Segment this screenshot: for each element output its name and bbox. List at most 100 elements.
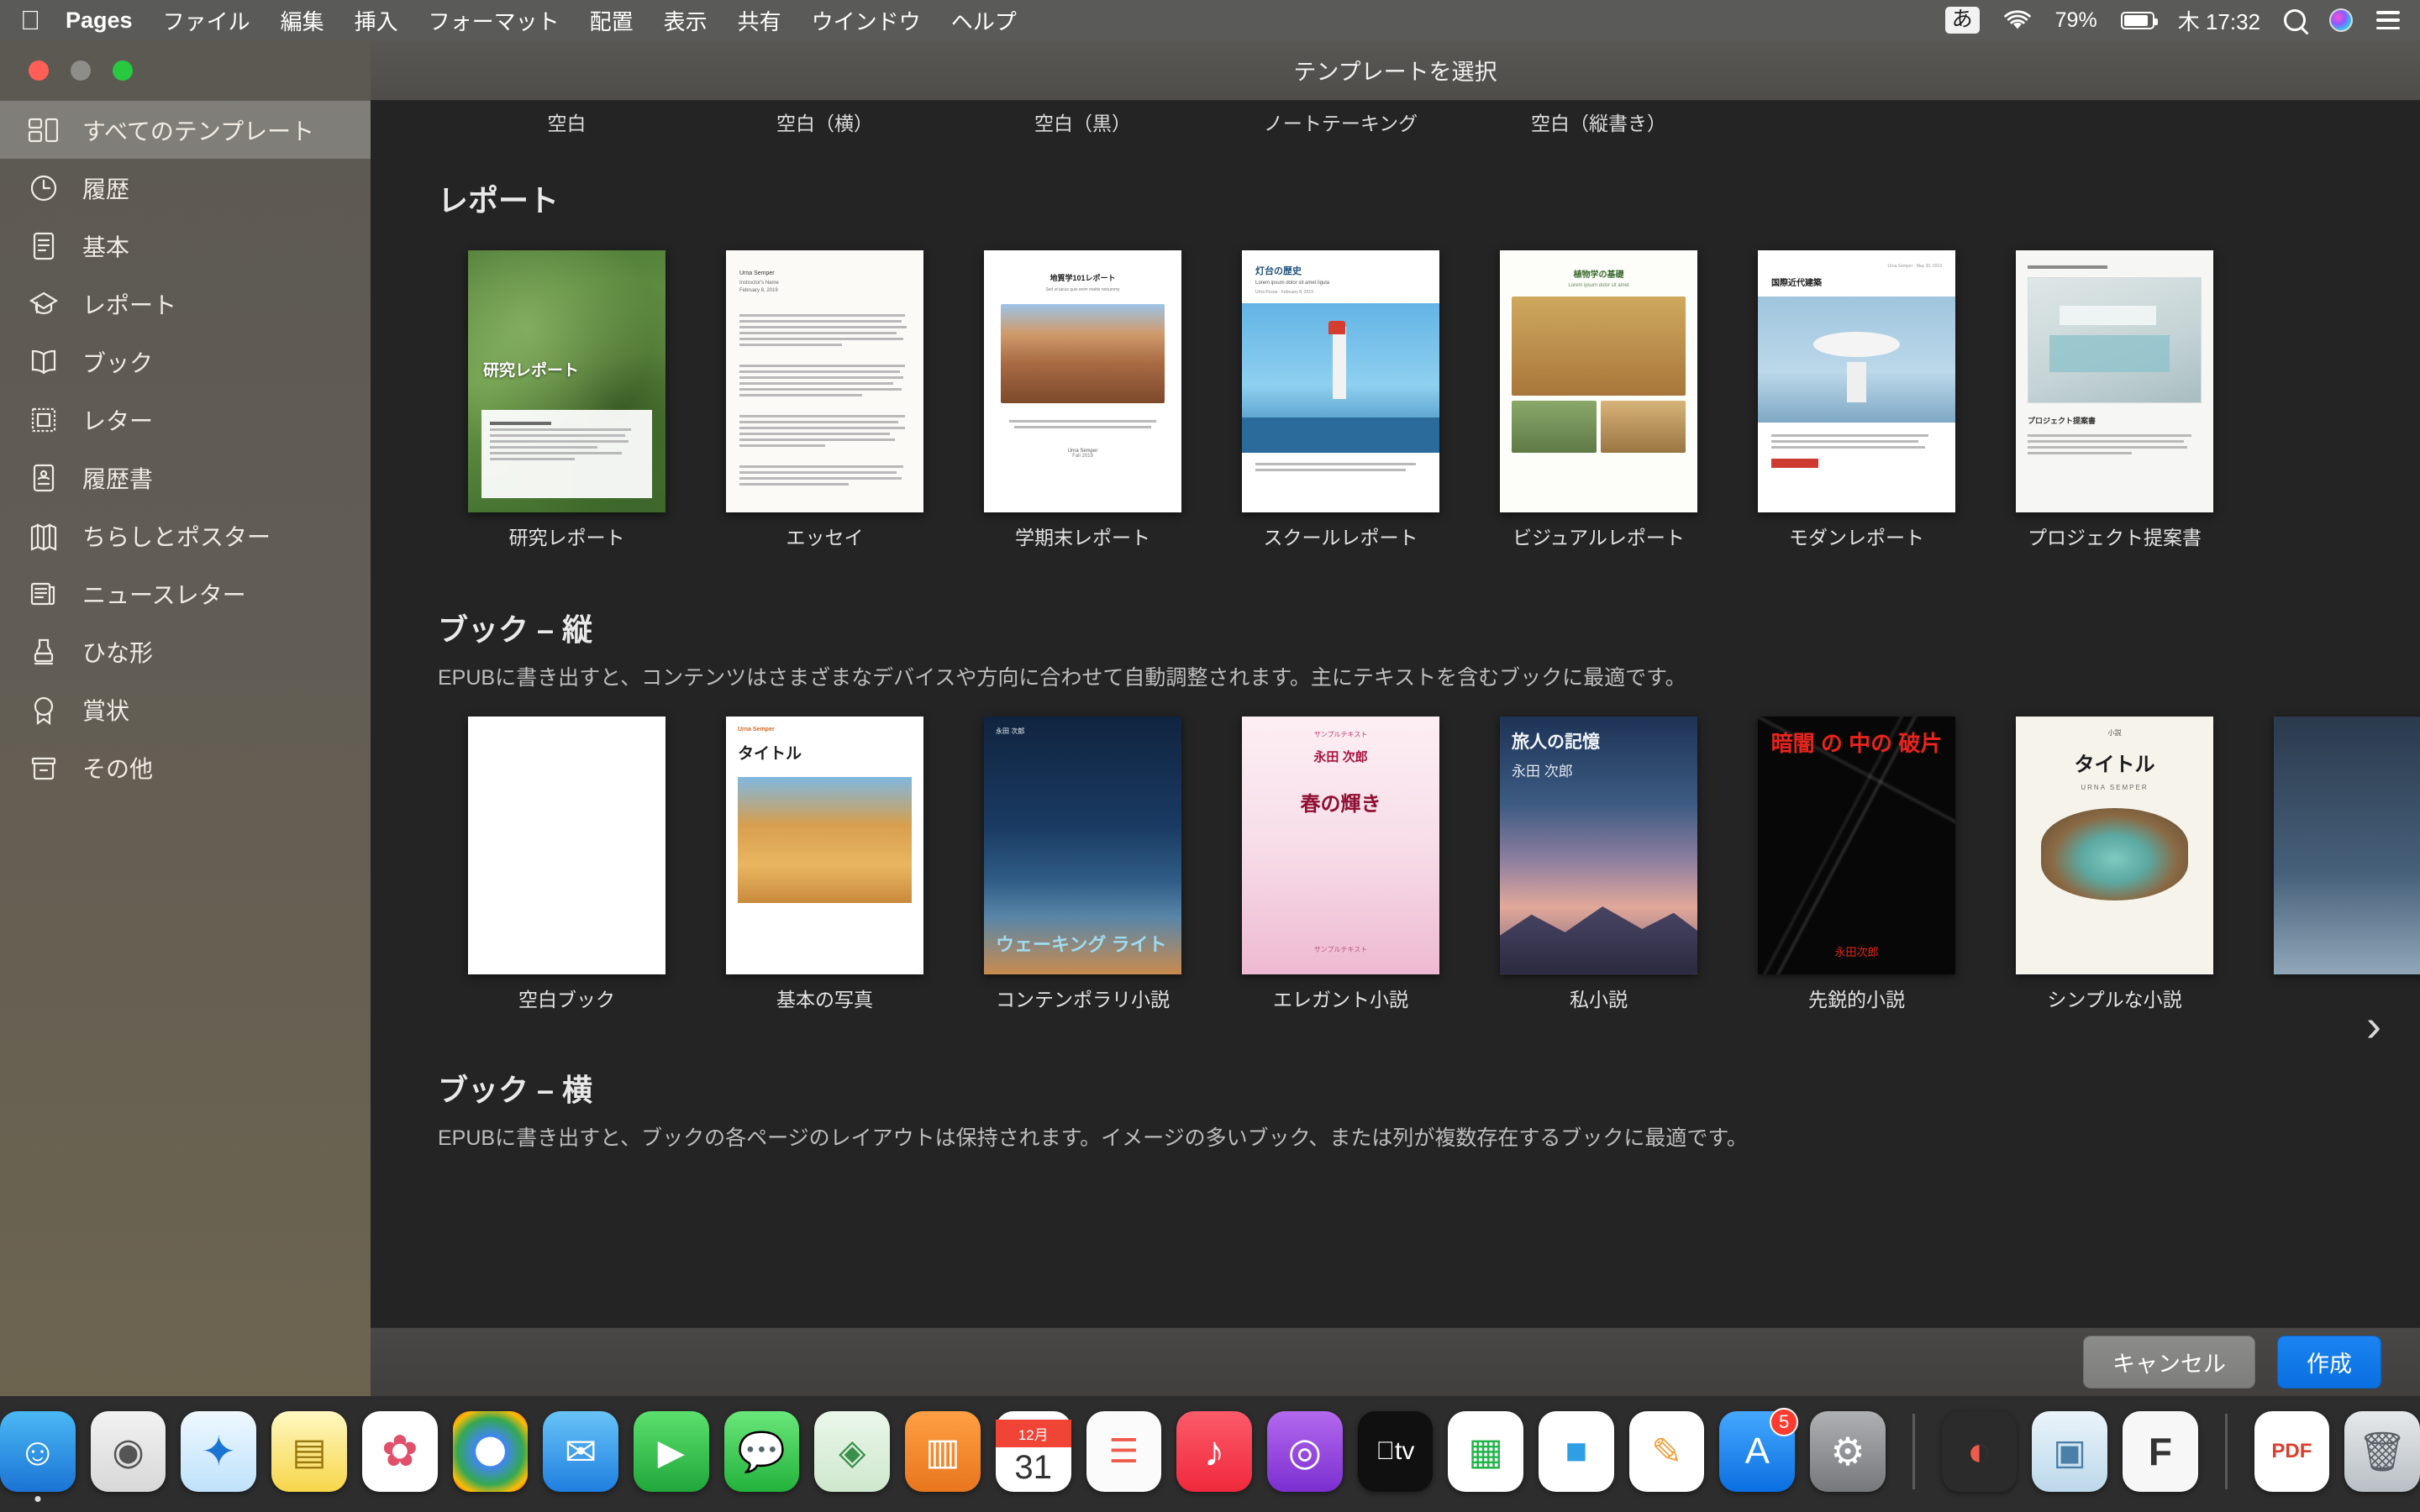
template-card-elegant-novel[interactable]: サンプルテキスト 永田 次郎 春の輝き サンプルテキスト エレガント小説	[1212, 716, 1470, 1012]
dock-item-numbers[interactable]: ▦	[1448, 1411, 1524, 1492]
menu-item-help[interactable]: ヘルプ	[951, 5, 1017, 36]
minimize-window-button[interactable]	[71, 60, 91, 81]
template-label-blank-landscape[interactable]: 空白（横）	[696, 108, 954, 136]
dock-item-messages[interactable]: 💬	[723, 1411, 800, 1492]
menu-item-insert[interactable]: 挿入	[355, 5, 398, 36]
menu-item-window[interactable]: ウインドウ	[812, 5, 921, 36]
sidebar-item-certificates[interactable]: 賞状	[0, 680, 371, 738]
sidebar-item-books[interactable]: ブック	[0, 333, 371, 391]
cancel-button[interactable]: キャンセル	[2083, 1336, 2255, 1389]
menu-item-share[interactable]: 共有	[738, 5, 781, 36]
dock-item-music[interactable]: ♪	[1176, 1411, 1252, 1492]
dock-item-launchpad[interactable]: ◉	[90, 1411, 166, 1492]
template-thumbnail[interactable]: 研究レポート	[468, 250, 666, 512]
dock-item-notes[interactable]: ▤	[271, 1411, 347, 1492]
template-thumbnail[interactable]	[2274, 716, 2420, 974]
template-thumbnail[interactable]: Urna Semper タイトル	[726, 716, 923, 974]
sidebar-item-flyers-posters[interactable]: ちらしとポスター	[0, 507, 371, 564]
template-card-simple-novel[interactable]: 小説 タイトル URNA SEMPER シンプルな小説	[1986, 716, 2244, 1012]
dock-item-app-store[interactable]: A5	[1719, 1408, 1799, 1492]
template-card-blank-book[interactable]: 空白ブック	[438, 716, 696, 1012]
menu-item-file[interactable]: ファイル	[163, 5, 250, 36]
template-label-blank[interactable]: 空白	[438, 108, 696, 136]
menu-item-view[interactable]: 表示	[664, 5, 708, 36]
template-thumbnail[interactable]: 小説 タイトル URNA SEMPER	[2016, 716, 2213, 974]
dock-item-font-book[interactable]: F	[2123, 1411, 2198, 1492]
dock-item-keynote[interactable]: ■	[1539, 1411, 1614, 1492]
create-button[interactable]: 作成	[2277, 1336, 2381, 1389]
template-thumbnail[interactable]: Urna Semper Instructor's Name February 8…	[726, 250, 923, 512]
dock-item-calendar[interactable]: 12月 31	[995, 1411, 1071, 1492]
template-thumbnail[interactable]: Urna Semper · May 30, 2019 国際近代建築	[1758, 250, 1955, 512]
template-label-blank-vertical[interactable]: 空白（縦書き）	[1470, 108, 1728, 136]
dock-item-reminders[interactable]: ☰	[1086, 1411, 1162, 1492]
template-label-note-taking[interactable]: ノートテーキング	[1212, 108, 1470, 136]
dock-item-system-preferences[interactable]: ⚙	[1810, 1411, 1886, 1492]
template-thumbnail[interactable]: 暗闇 の 中の 破片 永田次郎	[1758, 716, 1955, 974]
sidebar-item-all-templates[interactable]: すべてのテンプレート	[0, 101, 371, 159]
template-thumbnail[interactable]: 植物学の基礎 Lorem ipsum dolor sit amet	[1500, 250, 1697, 512]
template-thumbnail[interactable]: 永田 次郎 ウェーキング ライト	[984, 716, 1181, 974]
dock-item-pages[interactable]: ✎	[1628, 1411, 1705, 1492]
sidebar-item-letters[interactable]: レター	[0, 391, 371, 449]
dock-item-safari[interactable]: ✦	[181, 1411, 257, 1492]
template-thumbnail[interactable]: 旅人の記憶 永田 次郎	[1500, 716, 1697, 974]
template-card-term-report[interactable]: 地質学101レポート Sed ut lacus quis enim mattis…	[954, 250, 1212, 550]
sidebar-item-recents[interactable]: 履歴	[0, 159, 371, 217]
template-thumbnail[interactable]: 地質学101レポート Sed ut lacus quis enim mattis…	[984, 250, 1181, 512]
template-card-essay[interactable]: Urna Semper Instructor's Name February 8…	[696, 250, 954, 550]
zoom-window-button[interactable]	[113, 60, 133, 81]
dock-item-pdf-document[interactable]: PDF	[2254, 1411, 2330, 1492]
menu-bar-clock[interactable]: 木 17:32	[2178, 5, 2260, 36]
sidebar-item-reports[interactable]: レポート	[0, 275, 371, 333]
stamp-letter-icon	[25, 402, 62, 438]
template-card-edgy-novel[interactable]: 暗闇 の 中の 破片 永田次郎 先鋭的小説	[1728, 716, 1986, 1012]
grid-icon	[25, 112, 62, 149]
template-card-modern-report[interactable]: Urna Semper · May 30, 2019 国際近代建築 モダンレポー…	[1728, 250, 1986, 550]
sidebar-item-resumes[interactable]: 履歴書	[0, 449, 371, 507]
close-window-button[interactable]	[29, 60, 49, 81]
template-card-research-report[interactable]: 研究レポート 研究レポート	[438, 250, 696, 550]
battery-icon[interactable]	[2120, 11, 2158, 29]
menu-item-arrange[interactable]: 配置	[590, 5, 634, 36]
sidebar-item-newsletters[interactable]: ニュースレター	[0, 564, 371, 622]
dock-item-chrome[interactable]	[452, 1411, 529, 1492]
dock-item-books[interactable]: ▥	[905, 1411, 981, 1492]
dock-item-photos[interactable]: ✿	[361, 1411, 438, 1492]
control-center-icon[interactable]	[2376, 11, 2400, 29]
dock-item-preview[interactable]: ▣	[2032, 1411, 2108, 1492]
sidebar-item-forms[interactable]: ひな形	[0, 622, 371, 680]
sidebar-item-other[interactable]: その他	[0, 738, 371, 796]
template-thumbnail[interactable]: プロジェクト提案書	[2016, 250, 2213, 512]
dock-item-activity-monitor[interactable]: ◐	[1941, 1411, 2018, 1492]
dock-item-apple-tv[interactable]: tv	[1357, 1411, 1434, 1492]
dock-item-trash[interactable]: 🗑	[2344, 1411, 2420, 1492]
menu-item-format[interactable]: フォーマット	[429, 5, 560, 36]
template-card-partial-next[interactable]	[2244, 716, 2420, 1012]
dock-item-podcasts[interactable]: ◎	[1266, 1411, 1343, 1492]
apple-logo-icon[interactable]: 	[20, 7, 40, 34]
template-card-basic-photo[interactable]: Urna Semper タイトル 基本の写真	[696, 716, 954, 1012]
dock-item-finder[interactable]: ☺	[0, 1411, 76, 1502]
search-icon[interactable]	[2284, 9, 2306, 31]
dock-item-facetime[interactable]: ▶	[633, 1411, 709, 1492]
chevron-right-icon[interactable]: ›	[2351, 1003, 2396, 1050]
template-card-project-proposal[interactable]: プロジェクト提案書 プロジェクト提案書	[1986, 250, 2244, 550]
template-card-contemporary-novel[interactable]: 永田 次郎 ウェーキング ライト コンテンポラリ小説	[954, 716, 1212, 1012]
template-label-blank-black[interactable]: 空白（黒）	[954, 108, 1212, 136]
menu-app-name[interactable]: Pages	[66, 8, 133, 34]
sidebar-item-basic[interactable]: 基本	[0, 217, 371, 275]
wifi-icon[interactable]	[2003, 9, 2032, 31]
input-source-icon[interactable]: あ	[1944, 6, 1980, 34]
menu-item-edit[interactable]: 編集	[281, 5, 324, 36]
gallery-scroll-area[interactable]: 空白 空白（横） 空白（黒） ノートテーキング 空白（縦書き） レポート 研究レ…	[371, 101, 2420, 1327]
template-thumbnail[interactable]	[468, 716, 666, 974]
template-thumbnail[interactable]: 灯台の歴史 Lorem ipsum dolor sit amet ligula …	[1242, 250, 1439, 512]
template-card-personal-novel[interactable]: 旅人の記憶 永田 次郎 私小説	[1470, 716, 1728, 1012]
template-card-visual-report[interactable]: 植物学の基礎 Lorem ipsum dolor sit amet ビジュアルレ…	[1470, 250, 1728, 550]
template-card-school-report[interactable]: 灯台の歴史 Lorem ipsum dolor sit amet ligula …	[1212, 250, 1470, 550]
dock-item-maps[interactable]: ◈	[814, 1411, 891, 1492]
template-thumbnail[interactable]: サンプルテキスト 永田 次郎 春の輝き サンプルテキスト	[1242, 716, 1439, 974]
siri-icon[interactable]	[2329, 8, 2353, 32]
dock-item-mail[interactable]: ✉	[543, 1411, 618, 1492]
